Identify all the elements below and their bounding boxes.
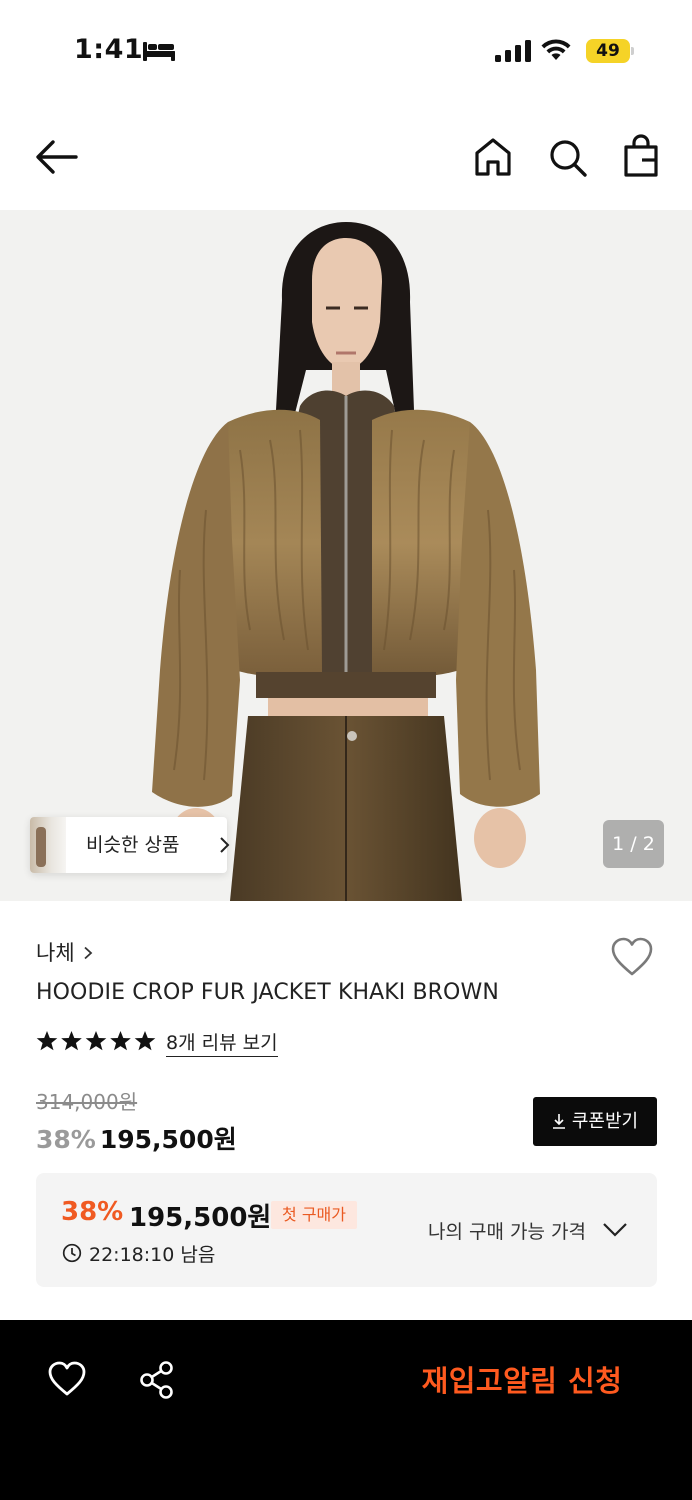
original-price: 314,000원 xyxy=(36,1090,138,1114)
download-icon xyxy=(552,1114,565,1129)
coupon-download-button[interactable]: 쿠폰받기 xyxy=(533,1097,657,1146)
brand-link[interactable]: 나체 xyxy=(36,937,93,969)
battery-level: 49 xyxy=(596,41,620,61)
sale-price: 195,500원 xyxy=(99,1125,237,1154)
back-arrow-icon[interactable] xyxy=(34,138,78,176)
battery-icon: 49 xyxy=(586,39,634,63)
top-navigation xyxy=(0,104,692,210)
brand-name: 나체 xyxy=(36,941,75,965)
discount-rate: 38% xyxy=(36,1125,96,1154)
bed-icon xyxy=(143,42,175,61)
coupon-label: 쿠폰받기 xyxy=(571,1111,639,1132)
similar-products-label: 비슷한 상품 xyxy=(86,834,180,856)
offer-discount: 38% xyxy=(61,1197,124,1227)
first-purchase-badge: 첫 구매가 xyxy=(271,1201,357,1229)
rating-stars-icon xyxy=(36,1031,156,1051)
chevron-down-icon[interactable] xyxy=(602,1220,628,1240)
chevron-right-icon xyxy=(220,837,230,853)
wifi-icon xyxy=(541,39,571,60)
product-photo xyxy=(0,210,692,901)
status-bar: 1:41 49 xyxy=(0,0,692,104)
similar-product-thumbnail xyxy=(30,817,66,873)
product-title: HOODIE CROP FUR JACKET KHAKI BROWN xyxy=(36,980,499,1005)
chevron-right-icon xyxy=(84,946,92,960)
clock-icon xyxy=(62,1243,82,1263)
countdown-timer: 22:18:10 남음 xyxy=(89,1244,216,1266)
my-price-label: 나의 구매 가능 가격 xyxy=(428,1221,586,1243)
home-icon[interactable] xyxy=(472,136,514,178)
product-image-gallery[interactable]: 비슷한 상품 1 / 2 xyxy=(0,210,692,901)
price-row: 38% 195,500원 xyxy=(36,1120,237,1158)
my-price-panel[interactable]: 38% 195,500원 첫 구매가 22:18:10 남음 나의 구매 가능 … xyxy=(36,1173,657,1287)
status-time: 1:41 xyxy=(74,34,144,65)
shopping-bag-icon[interactable] xyxy=(620,134,662,178)
search-icon[interactable] xyxy=(546,136,588,178)
image-pager: 1 / 2 xyxy=(603,820,664,868)
restock-alert-button[interactable]: 재입고알림 신청 xyxy=(400,1358,644,1404)
bottom-action-bar: 재입고알림 신청 xyxy=(0,1320,692,1500)
signal-icon xyxy=(495,40,531,62)
share-icon[interactable] xyxy=(138,1360,176,1400)
review-link[interactable]: 8개 리뷰 보기 xyxy=(166,1028,278,1057)
heart-icon[interactable] xyxy=(47,1360,87,1398)
offer-price: 195,500원 xyxy=(129,1203,272,1233)
similar-products-button[interactable]: 비슷한 상품 xyxy=(30,817,230,873)
wishlist-heart-icon[interactable] xyxy=(610,936,654,978)
